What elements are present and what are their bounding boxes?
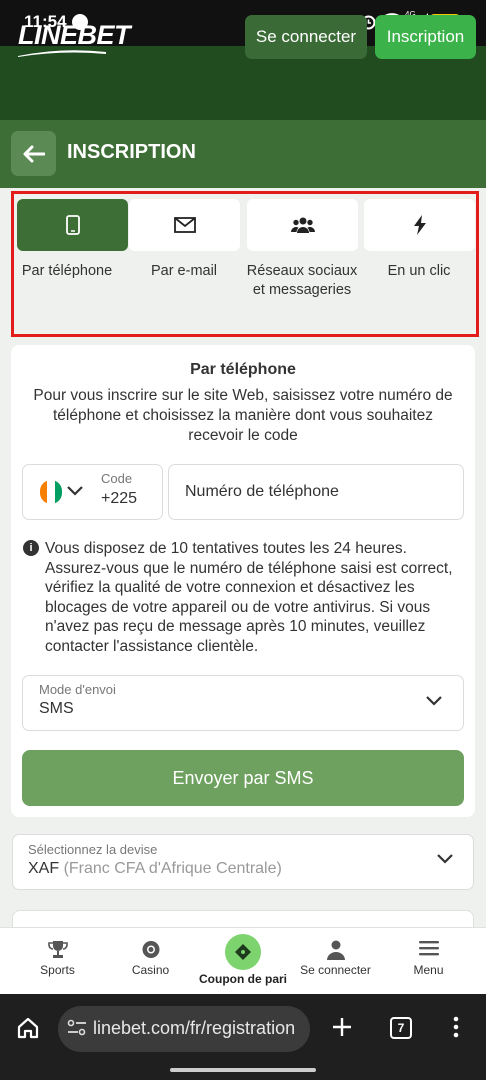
nav-coupon-label: Coupon de pari [199, 972, 287, 986]
tab-email-label: Par e-mail [150, 263, 218, 279]
ticket-icon [235, 944, 251, 960]
menu-icon [418, 941, 439, 956]
attempts-info-text: Vous disposez de 10 tentatives toutes le… [45, 540, 453, 655]
new-tab-icon[interactable] [331, 1016, 353, 1038]
chip-icon [142, 941, 159, 958]
info-icon: i [23, 540, 39, 556]
header-register-button[interactable]: Inscription [375, 15, 476, 59]
nav-login[interactable]: Se connecter [287, 927, 384, 994]
currency-code: XAF [28, 860, 60, 877]
nav-sports-label: Sports [40, 963, 75, 977]
site-settings-icon[interactable] [67, 1019, 87, 1037]
tab-phone-label: Par téléphone [21, 263, 113, 279]
users-icon [290, 217, 315, 233]
chevron-down-icon [426, 696, 442, 706]
send-sms-button[interactable]: Envoyer par SMS [22, 750, 464, 806]
country-code-value: +225 [101, 490, 138, 507]
tabs-count-button[interactable]: 7 [390, 1017, 412, 1039]
envelope-icon [173, 217, 196, 233]
arrow-left-icon [23, 145, 45, 162]
tab-one-click-label: En un clic [387, 263, 451, 279]
logo-swoosh [18, 50, 106, 57]
currency-value: XAF (Franc CFA d'Afrique Centrale) [28, 860, 282, 878]
lightning-icon [413, 215, 426, 235]
nav-casino[interactable]: Casino [102, 927, 199, 994]
tab-social-label: Réseaux sociaux et messageries [246, 263, 358, 298]
gesture-bar [170, 1068, 316, 1072]
header-login-button[interactable]: Se connecter [245, 15, 367, 59]
country-code-label: Code [101, 471, 133, 486]
linebet-logo[interactable]: LINEBET [18, 22, 131, 49]
chevron-down-icon [437, 854, 453, 864]
user-icon [326, 940, 345, 960]
phone-icon [65, 215, 80, 235]
page-title: INSCRIPTION [67, 141, 196, 163]
currency-name: (Franc CFA d'Afrique Centrale) [63, 860, 282, 877]
nav-login-label: Se connecter [300, 963, 371, 977]
form-description: Pour vous inscrire sur le site Web, sais… [33, 387, 453, 444]
tab-email[interactable] [129, 199, 240, 251]
send-mode-label: Mode d'envoi [39, 682, 116, 697]
phone-number-input[interactable]: Numéro de téléphone [168, 464, 464, 520]
url-text: linebet.com/fr/registration [93, 1018, 296, 1038]
tab-social[interactable] [247, 199, 358, 251]
ivory-coast-flag-icon [40, 480, 62, 504]
tab-phone[interactable] [17, 199, 128, 251]
form-title: Par téléphone [190, 361, 296, 378]
trophy-icon [47, 941, 68, 958]
more-options-icon[interactable] [452, 1016, 460, 1038]
home-icon[interactable] [16, 1016, 40, 1040]
nav-menu[interactable]: Menu [380, 927, 477, 994]
tab-one-click[interactable] [364, 199, 475, 251]
nav-casino-label: Casino [131, 963, 170, 977]
back-button[interactable] [11, 131, 56, 176]
nav-sports[interactable]: Sports [9, 927, 106, 994]
send-mode-value: SMS [39, 700, 74, 717]
chevron-down-icon [67, 486, 83, 496]
nav-menu-label: Menu [413, 963, 444, 977]
currency-label: Sélectionnez la devise [28, 842, 158, 857]
nav-coupon[interactable] [225, 934, 261, 970]
